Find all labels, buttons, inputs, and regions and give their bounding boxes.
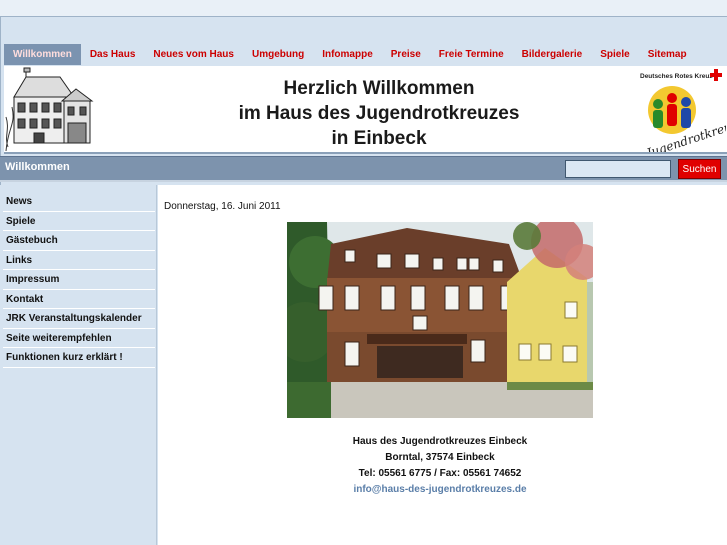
address-phone: Tel: 05561 6775 / Fax: 05561 74652 [358, 468, 522, 479]
sidebar-item-kontakt[interactable]: Kontakt [3, 290, 155, 309]
sidebar: News Spiele Gästebuch Links Impressum Ko… [0, 185, 157, 545]
sidebar-item-veranstaltungskalender[interactable]: JRK Veranstaltungskalender [3, 309, 155, 329]
sidebar-item-news[interactable]: News [3, 192, 155, 212]
address-street: Borntal, 37574 Einbeck [385, 452, 495, 463]
search-button[interactable]: Suchen [678, 159, 721, 179]
house-drawing-image [4, 67, 96, 151]
sidebar-item-impressum[interactable]: Impressum [3, 270, 155, 290]
top-navigation: Willkommen Das Haus Neues vom Haus Umgeb… [4, 44, 727, 65]
nav-item-sitemap[interactable]: Sitemap [639, 44, 696, 65]
current-date: Donnerstag, 16. Juni 2011 [164, 201, 281, 212]
jugendrotkreuz-logo: Deutsches Rotes Kreuz Jugendrotkreuz [638, 68, 726, 152]
header-title-line1: Herzlich Willkommen [283, 78, 475, 99]
sidebar-item-funktionen[interactable]: Funktionen kurz erklärt ! [3, 348, 155, 368]
address-name: Haus des Jugendrotkreuzes Einbeck [352, 436, 528, 447]
nav-item-preise[interactable]: Preise [382, 44, 430, 65]
address-block: Haus des Jugendrotkreuzes Einbeck Bornta… [284, 434, 596, 498]
nav-item-bildergalerie[interactable]: Bildergalerie [513, 44, 592, 65]
sidebar-item-spiele[interactable]: Spiele [3, 212, 155, 231]
email-link[interactable]: info@haus-des-jugendrotkreuzes.de [284, 482, 596, 498]
search-input[interactable] [565, 160, 671, 178]
nav-item-spiele[interactable]: Spiele [591, 44, 638, 65]
page-title: Willkommen [5, 161, 70, 173]
sidebar-item-weiterempfehlen[interactable]: Seite weiterempfehlen [3, 329, 155, 348]
nav-item-freie-termine[interactable]: Freie Termine [430, 44, 513, 65]
site-header: Herzlich Willkommen im Haus des Jugendro… [4, 66, 727, 154]
main-content: Donnerstag, 16. Juni 2011 Haus des Jugen… [158, 185, 727, 545]
nav-item-umgebung[interactable]: Umgebung [243, 44, 313, 65]
sidebar-item-links[interactable]: Links [3, 251, 155, 270]
nav-item-willkommen[interactable]: Willkommen [4, 44, 81, 65]
house-photo [287, 222, 593, 418]
sidebar-item-gaestebuch[interactable]: Gästebuch [3, 231, 155, 251]
nav-item-das-haus[interactable]: Das Haus [81, 44, 145, 65]
header-title-line2: im Haus des Jugendrotkreuzes [238, 103, 520, 124]
logo-top-text: Deutsches Rotes Kreuz [640, 73, 713, 80]
header-title: Herzlich Willkommen im Haus des Jugendro… [144, 76, 614, 151]
nav-item-neues-vom-haus[interactable]: Neues vom Haus [144, 44, 243, 65]
header-title-line3: in Einbeck [331, 128, 427, 149]
nav-item-infomappe[interactable]: Infomappe [313, 44, 382, 65]
title-bar: Willkommen Suchen [0, 156, 727, 182]
